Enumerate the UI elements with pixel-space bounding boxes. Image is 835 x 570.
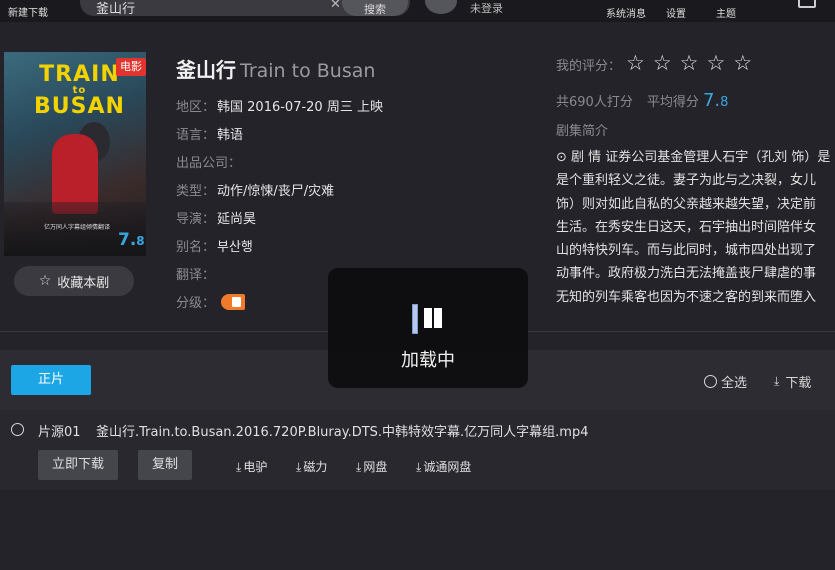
search-button[interactable]: 搜索 (342, 0, 408, 16)
theme-button[interactable]: 主题 (716, 5, 736, 20)
settings-button[interactable]: 设置 (666, 5, 686, 20)
ctdisk-link[interactable]: ⤓ 诚通网盘 (416, 458, 471, 475)
ed2k-link[interactable]: ⤓ 电驴 (236, 458, 267, 475)
download-now-button[interactable]: 立即下载 (38, 450, 118, 480)
info-director: 导演： 延尚昊 (176, 212, 257, 227)
download-icon: ⤓ (296, 460, 302, 474)
synopsis-title: 剧集简介 (556, 124, 609, 139)
page-title: 釜山行 Train to Busan (176, 58, 376, 82)
select-radio[interactable] (11, 423, 24, 436)
info-translation: 翻译： (176, 268, 216, 283)
search-input[interactable]: 釜山行 (96, 0, 135, 17)
my-rating-label: 我的评分： (556, 59, 622, 74)
star-icon: ☆ (38, 273, 52, 289)
info-genre: 类型： 动作/惊悚/丧尸/灾难 (176, 184, 335, 199)
info-studio: 出品公司： (176, 156, 242, 171)
info-language: 语言： 韩语 (176, 128, 244, 143)
search-box[interactable]: 釜山行 ✕ 搜索 (80, 0, 410, 17)
avatar[interactable] (425, 0, 457, 14)
favorite-label: 收藏本剧 (57, 275, 110, 291)
radio-icon (704, 375, 717, 388)
star-icon[interactable]: ☆ (706, 51, 725, 75)
movie-poster: TRAIN to BUSAN 电影 亿万同人字幕组倾情翻译 7.8 (4, 52, 146, 256)
download-icon: ⤓ (416, 460, 422, 474)
star-icon[interactable]: ☆ (733, 51, 752, 75)
favorite-button[interactable]: ☆ 收藏本剧 (14, 266, 134, 296)
download-icon: ⤓ (236, 460, 242, 474)
magnet-link[interactable]: ⤓ 磁力 (296, 458, 327, 475)
info-grade: 分级： (176, 292, 246, 311)
average-score: 7.8 (702, 90, 729, 111)
score-summary: 共690人打分 平均得分 7.8 (556, 90, 729, 111)
list-item: 片源01 釜山行.Train.to.Busan.2016.720P.Bluray… (0, 410, 835, 490)
star-icon[interactable]: ☆ (626, 51, 645, 75)
system-messages-button[interactable]: 系统消息 (606, 5, 646, 20)
window-icon[interactable] (798, 0, 816, 8)
copy-button[interactable]: 复制 (138, 450, 192, 480)
poster-tag: 电影 (116, 58, 146, 76)
info-alias: 别名： 부산행 (176, 240, 253, 255)
file-name: 釜山行.Train.to.Busan.2016.720P.Bluray.DTS.… (96, 425, 589, 440)
loading-message: 加载中 (401, 350, 455, 371)
poster-title: TRAIN to BUSAN (34, 62, 125, 119)
download-all-button[interactable]: ⤓ 下载 (774, 372, 811, 391)
loading-overlay: 加载中 (328, 268, 528, 388)
synopsis-text: ⊙ 剧 情 证券公司基金管理人石宇（孔刘 饰）是 是个重利轻义之徒。妻子为此与之… (556, 150, 831, 305)
source-label: 片源01 (38, 425, 81, 440)
select-all-button[interactable]: 全选 (704, 372, 747, 391)
loading-spinner-icon (412, 304, 444, 334)
grade-badge-icon (221, 294, 246, 310)
netdisk-link[interactable]: ⤓ 网盘 (356, 458, 387, 475)
download-icon: ⤓ (356, 460, 362, 474)
tab-main-feature[interactable]: 正片 (11, 365, 91, 395)
top-bar: 新建下载 釜山行 ✕ 搜索 未登录 系统消息 设置 主题 (0, 0, 835, 22)
rating-stars[interactable]: ☆ ☆ ☆ ☆ ☆ (626, 51, 752, 75)
star-icon[interactable]: ☆ (653, 51, 672, 75)
poster-subcaption: 亿万同人字幕组倾情翻译 (44, 224, 111, 231)
clear-icon[interactable]: ✕ (330, 0, 341, 12)
star-icon[interactable]: ☆ (680, 51, 699, 75)
login-link[interactable]: 未登录 (470, 0, 503, 16)
info-region: 地区： 韩国 2016-07-20 周三 上映 (176, 100, 383, 115)
download-icon: ⤓ (774, 374, 780, 388)
poster-rating: 7.8 (118, 230, 145, 250)
new-download-button[interactable]: 新建下载 (8, 4, 48, 19)
